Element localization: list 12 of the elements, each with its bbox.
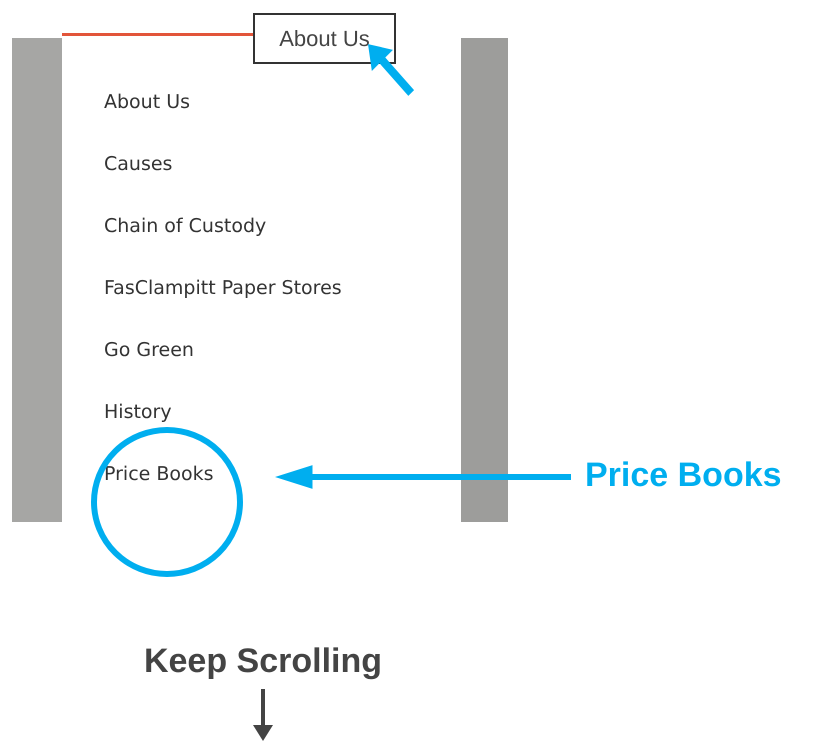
menu-item[interactable]: History (104, 401, 172, 424)
callout-label: Price Books (585, 456, 782, 495)
menu-item[interactable]: FasClampitt Paper Stores (104, 277, 342, 300)
menu-item[interactable]: Go Green (104, 339, 194, 362)
menu-item[interactable]: Price Books (104, 463, 214, 486)
menu-item[interactable]: Causes (104, 153, 172, 176)
menu-item[interactable]: Chain of Custody (104, 215, 266, 238)
cursor-arrow-icon (368, 44, 416, 96)
down-arrow (253, 689, 273, 741)
menu-item[interactable]: About Us (104, 91, 190, 114)
scroll-hint: Keep Scrolling (144, 642, 382, 681)
nav-tab[interactable]: About Us (253, 13, 396, 64)
